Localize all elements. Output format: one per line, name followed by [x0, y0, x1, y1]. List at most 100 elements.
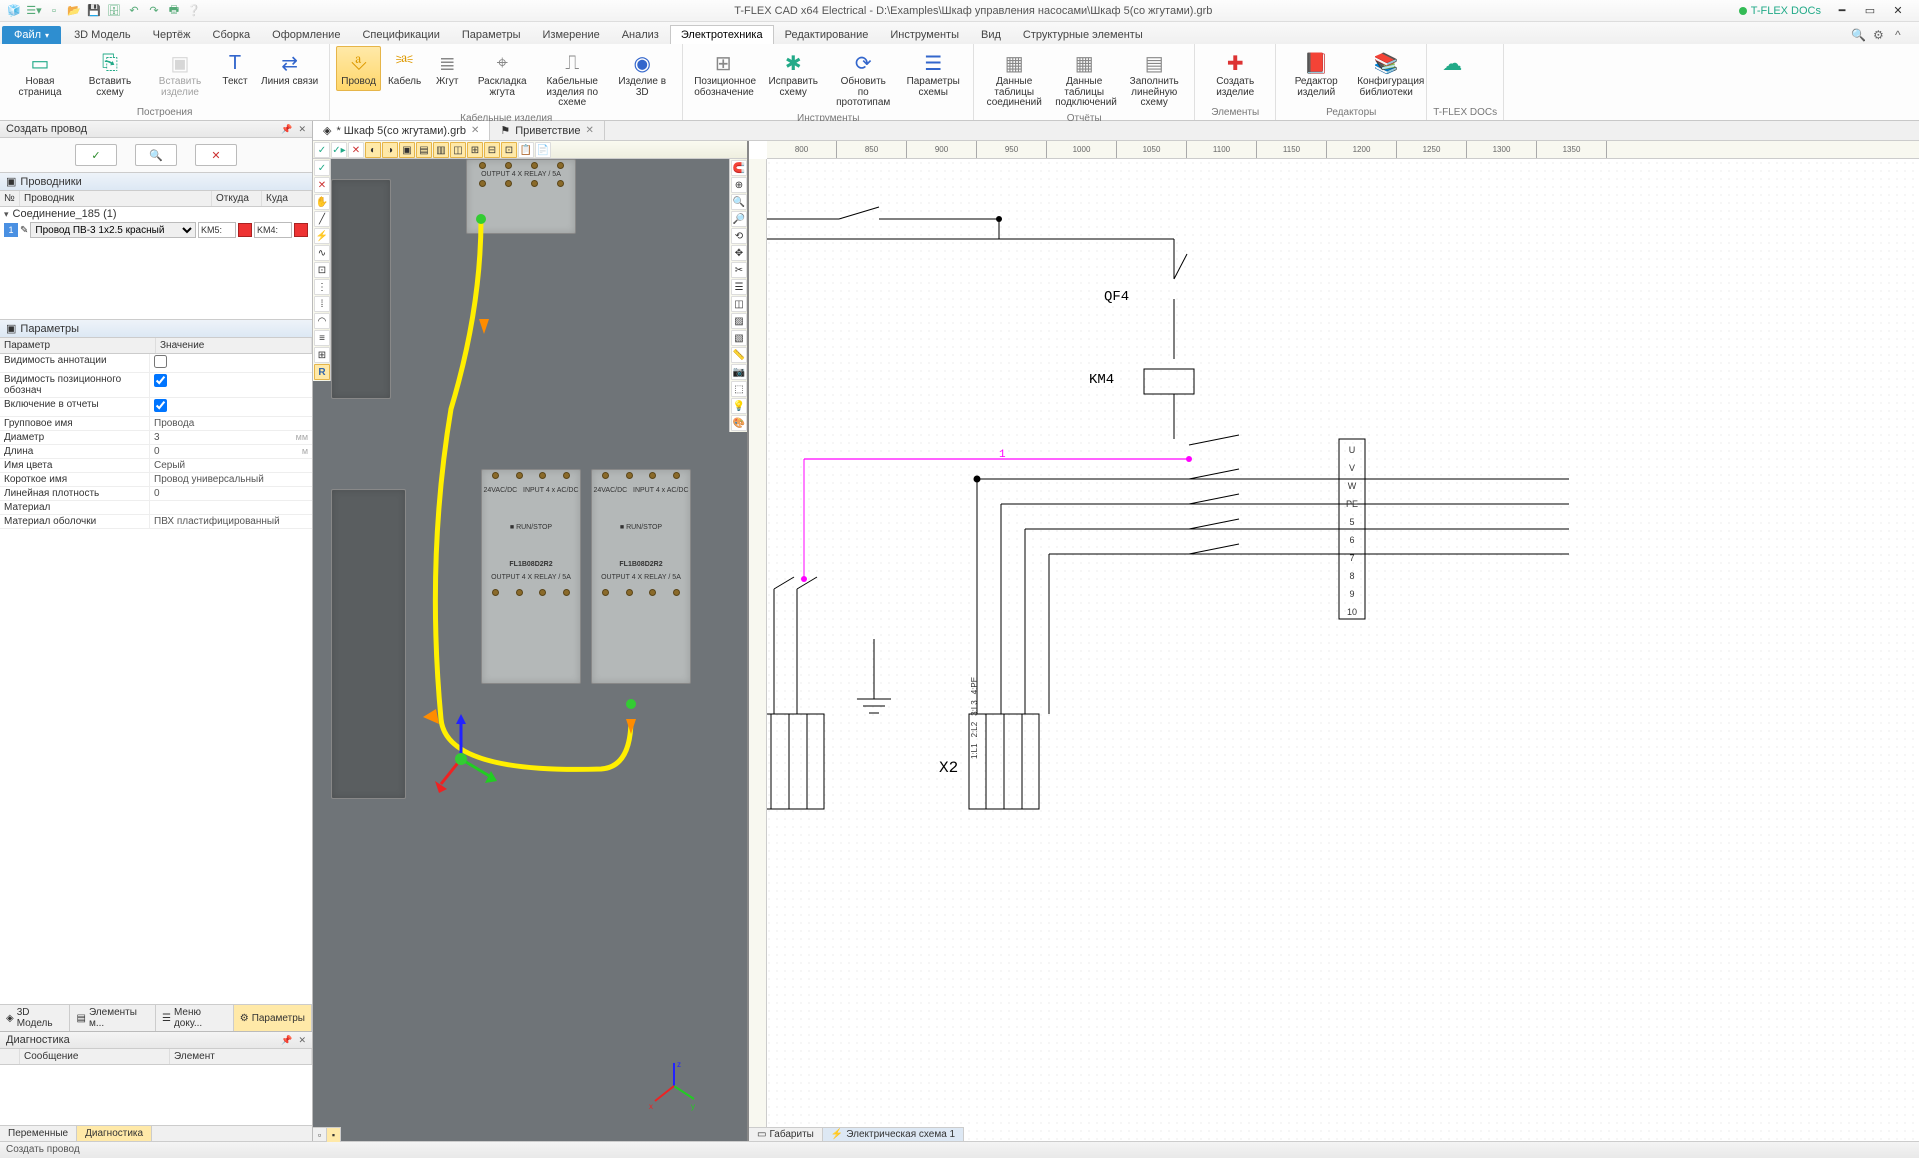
vr-cam-icon[interactable]: 📷 — [731, 364, 747, 380]
vr-box3-icon[interactable]: ▧ — [731, 330, 747, 346]
link-line-button[interactable]: ⇄Линия связи — [256, 46, 323, 91]
vr-zoomfit-icon[interactable]: ⊕ — [731, 177, 747, 193]
wire-pick-icon[interactable]: ✎ — [20, 225, 28, 236]
diag-tab[interactable]: Диагностика — [77, 1126, 152, 1141]
vl-points-icon[interactable]: ⋮ — [314, 279, 330, 295]
tflex-docs-button[interactable]: ☁ — [1433, 46, 1471, 80]
lib-config-button[interactable]: 📚Конфигурация библиотеки — [1352, 46, 1420, 101]
sw1-icon[interactable]: ▫ — [313, 1128, 327, 1142]
close-button[interactable]: ✕ — [1885, 2, 1911, 20]
vr-ruler-icon[interactable]: 📏 — [731, 347, 747, 363]
ribbon-tab-Вид[interactable]: Вид — [970, 25, 1012, 44]
connection-row[interactable]: Соединение_185 (1) — [0, 207, 312, 221]
expand-icon[interactable]: ▣ — [6, 175, 16, 188]
pin-icon[interactable]: 📌 — [281, 1035, 292, 1046]
vl-crop-icon[interactable]: ⊡ — [314, 262, 330, 278]
insert-scheme-button[interactable]: ⎘Вставить схему — [76, 46, 144, 101]
left-tab-model3d[interactable]: ◈3D Модель — [0, 1005, 70, 1031]
tb-mode9-icon[interactable]: ⊡ — [501, 142, 517, 158]
tab-close-icon[interactable]: ✕ — [471, 125, 479, 136]
save-icon[interactable]: 💾 — [86, 3, 102, 19]
tb-mode2-icon[interactable]: ◑ — [382, 142, 398, 158]
scene-2d[interactable]: QF4 KM4 1 X2 UVWPE5678910 1:L12:L23:L34:… — [749, 159, 1919, 1141]
new-icon[interactable]: ▫ — [46, 3, 62, 19]
tab-close-icon[interactable]: ✕ — [585, 125, 593, 136]
vl-spline-icon[interactable]: ∿ — [314, 245, 330, 261]
view2d-tab[interactable]: ⚡Электрическая схема 1 — [823, 1128, 964, 1141]
vl-arc-icon[interactable]: ◠ — [314, 313, 330, 329]
harness-button[interactable]: ≣Жгут — [428, 46, 466, 91]
left-tab-params[interactable]: ⚙Параметры — [234, 1005, 312, 1031]
doc-tab[interactable]: ⚑Приветствие✕ — [490, 121, 604, 140]
vl-points2-icon[interactable]: ⁞ — [314, 296, 330, 312]
to-pin-icon[interactable] — [294, 223, 308, 237]
harness-layout-button[interactable]: ⌖Раскладка жгута — [468, 46, 536, 101]
vr-pan-icon[interactable]: ✥ — [731, 245, 747, 261]
doc-tab[interactable]: ◈* Шкаф 5(со жгутами).grb✕ — [313, 121, 490, 140]
minimize-button[interactable]: ━ — [1829, 2, 1855, 20]
left-tab-model-elems[interactable]: ▤Элементы м... — [70, 1005, 156, 1031]
vl-cancel-icon[interactable]: ✕ — [314, 177, 330, 193]
wire-button[interactable]: ⎀Провод — [336, 46, 381, 91]
cable-scheme-button[interactable]: ⎍Кабельные изделия по схеме — [538, 46, 606, 112]
vr-magnet-icon[interactable]: 🧲 — [731, 160, 747, 176]
preview-button[interactable]: 🔍 — [135, 144, 177, 166]
vr-render-icon[interactable]: 🎨 — [731, 415, 747, 431]
scene-3d[interactable]: OUTPUT 4 X RELAY / 5A 24VAC/DC INPUT 4 x… — [331, 159, 729, 1141]
cable-button[interactable]: ⎃Кабель — [383, 46, 426, 91]
ribbon-tab-Параметры[interactable]: Параметры — [451, 25, 532, 44]
vr-light-icon[interactable]: 💡 — [731, 398, 747, 414]
vl-line-icon[interactable]: ╱ — [314, 211, 330, 227]
pos-designation-button[interactable]: ⊞Позиционное обозначение — [689, 46, 757, 101]
from-pin-icon[interactable] — [238, 223, 252, 237]
vr-zoomwin-icon[interactable]: 🔍 — [731, 194, 747, 210]
ok-button[interactable]: ✓ — [75, 144, 117, 166]
tb-confirm-icon[interactable]: ✓ — [314, 142, 330, 158]
redo-icon[interactable]: ↷ — [146, 3, 162, 19]
ribbon-tab-Редактирование[interactable]: Редактирование — [774, 25, 880, 44]
tb-mode5-icon[interactable]: ▥ — [433, 142, 449, 158]
ribbon-tab-Анализ[interactable]: Анализ — [611, 25, 670, 44]
ribbon-collapse-icon[interactable]: ^ — [1895, 28, 1911, 44]
tb-mode7-icon[interactable]: ⊞ — [467, 142, 483, 158]
vl-r-icon[interactable]: R — [314, 364, 330, 380]
tb-mode1-icon[interactable]: ◐ — [365, 142, 381, 158]
search-icon[interactable]: 🔍 — [1851, 28, 1867, 44]
maximize-button[interactable]: ▭ — [1857, 2, 1883, 20]
undo-icon[interactable]: ↶ — [126, 3, 142, 19]
ribbon-tab-Электротехника[interactable]: Электротехника — [670, 25, 774, 44]
ribbon-tab-Спецификации[interactable]: Спецификации — [351, 25, 450, 44]
vl-hand-icon[interactable]: ✋ — [314, 194, 330, 210]
item-editor-button[interactable]: 📕Редактор изделий — [1282, 46, 1350, 101]
qat-menu-icon[interactable]: ☰▾ — [26, 3, 42, 19]
view-2d[interactable]: 8008509009501000105011001150120012501300… — [749, 141, 1919, 1141]
fill-line-scheme-button[interactable]: ▤Заполнить линейную схему — [1120, 46, 1188, 112]
tflex-docs-badge[interactable]: T-FLEX DOCs — [1739, 5, 1821, 17]
cancel-button[interactable]: ✕ — [195, 144, 237, 166]
tb-mode4-icon[interactable]: ▤ — [416, 142, 432, 158]
tb-copy-icon[interactable]: 📋 — [518, 142, 534, 158]
text-button[interactable]: TТекст — [216, 46, 254, 91]
view-3d[interactable]: ✓ ✓▸ ✕ ◐ ◑ ▣ ▤ ▥ ◫ ⊞ ⊟ ⊡ 📋 📄 ✓ — [313, 141, 749, 1141]
vr-persp-icon[interactable]: ⬚ — [731, 381, 747, 397]
vl-grid-icon[interactable]: ⊞ — [314, 347, 330, 363]
vl-ok-icon[interactable]: ✓ — [314, 160, 330, 176]
sw2-icon[interactable]: ▪ — [327, 1128, 341, 1142]
vr-layers-icon[interactable]: ☰ — [731, 279, 747, 295]
diag-tab[interactable]: Переменные — [0, 1126, 77, 1141]
left-tab-doc-menu[interactable]: ☰Меню доку... — [156, 1005, 234, 1031]
expand-icon[interactable]: ▣ — [6, 322, 16, 335]
ribbon-tab-Чертёж[interactable]: Чертёж — [142, 25, 202, 44]
tb-mode6-icon[interactable]: ◫ — [450, 142, 466, 158]
wire-select[interactable]: Провод ПВ-3 1x2.5 красный — [30, 222, 196, 238]
file-tab[interactable]: Файл▾ — [2, 26, 61, 44]
new-page-button[interactable]: ▭Новая страница — [6, 46, 74, 101]
view2d-tab[interactable]: ▭Габариты — [749, 1128, 823, 1141]
vr-box2-icon[interactable]: ▨ — [731, 313, 747, 329]
open-icon[interactable]: 📂 — [66, 3, 82, 19]
vr-zoomout-icon[interactable]: 🔎 — [731, 211, 747, 227]
tb-cancel-icon[interactable]: ✕ — [348, 142, 364, 158]
tb-mode8-icon[interactable]: ⊟ — [484, 142, 500, 158]
vr-rotate-icon[interactable]: ⟲ — [731, 228, 747, 244]
ribbon-tab-3D Модель[interactable]: 3D Модель — [63, 25, 142, 44]
